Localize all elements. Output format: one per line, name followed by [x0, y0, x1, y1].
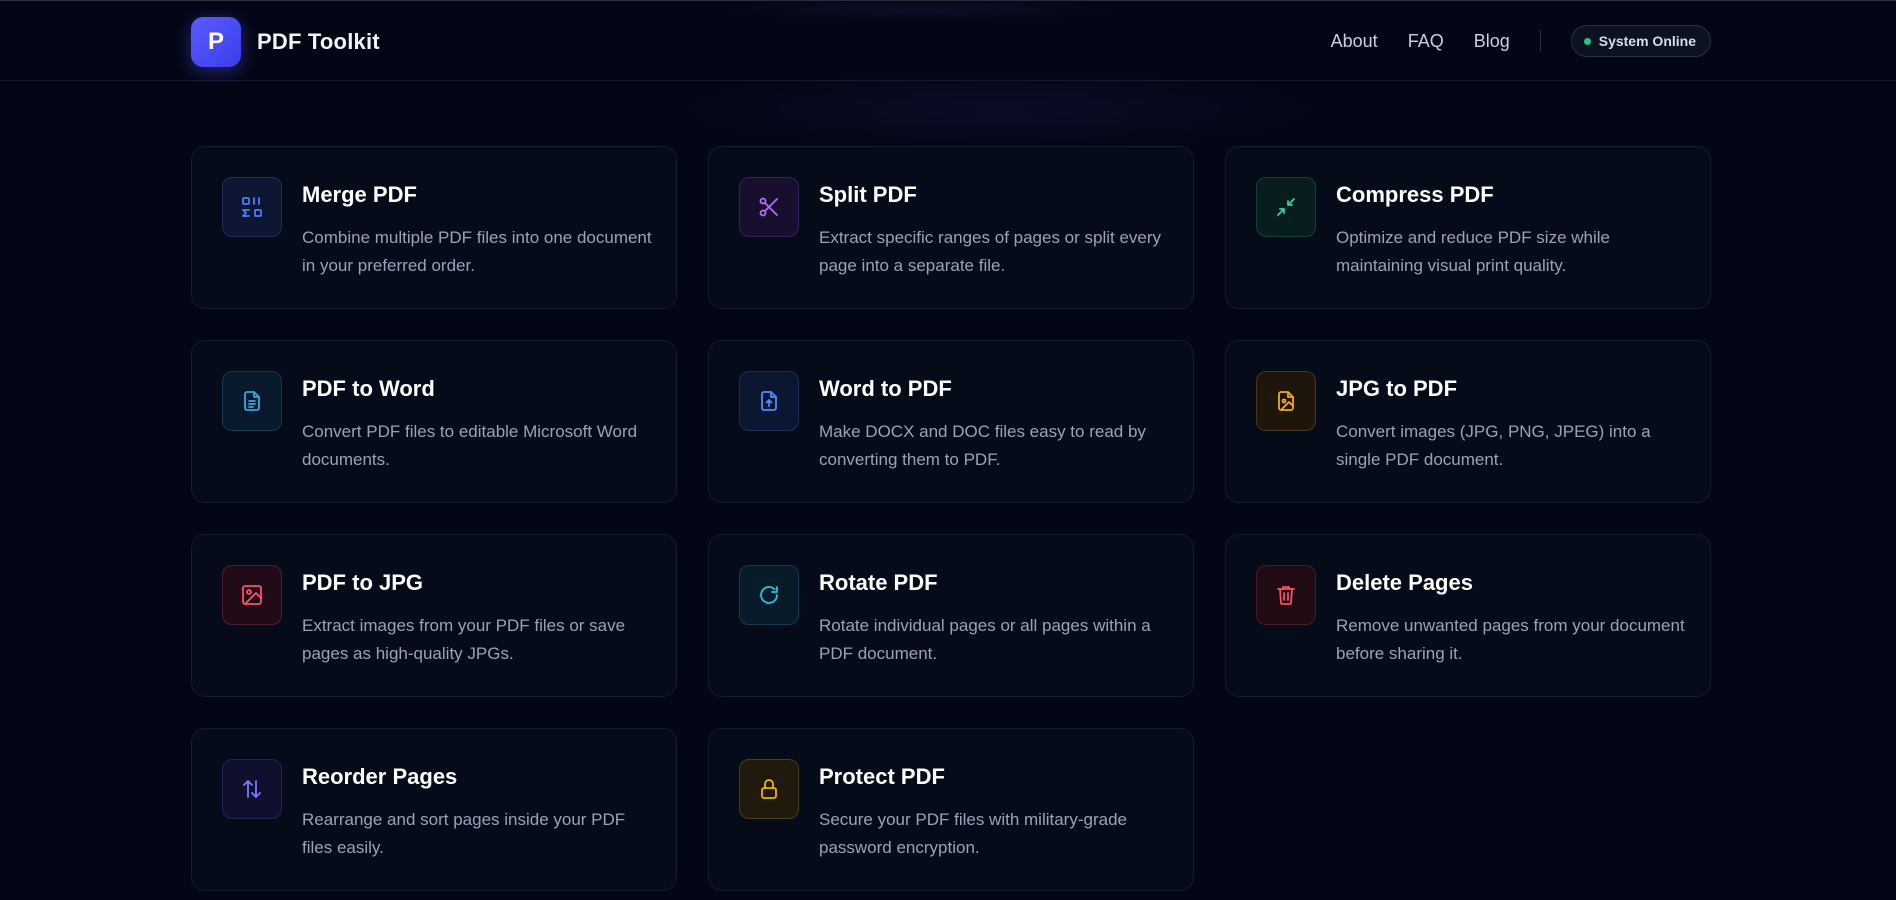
- nav-link-faq[interactable]: FAQ: [1408, 31, 1444, 52]
- tool-description: Rotate individual pages or all pages wit…: [819, 616, 1151, 663]
- nav-divider: [1539, 30, 1541, 52]
- tool-card-pdf-to-word[interactable]: PDF to Word Convert PDF files to editabl…: [191, 340, 677, 503]
- scissors-icon: [739, 177, 799, 237]
- tool-description: Make DOCX and DOC files easy to read by …: [819, 422, 1146, 469]
- tool-description: Convert PDF files to editable Microsoft …: [302, 422, 638, 469]
- image-file-icon: [1256, 371, 1316, 431]
- tool-card-protect-pdf[interactable]: Protect PDF Secure your PDF files with m…: [708, 728, 1194, 891]
- tool-card-jpg-to-pdf[interactable]: JPG to PDF Convert images (JPG, PNG, JPE…: [1225, 340, 1711, 503]
- brand[interactable]: P PDF Toolkit: [191, 17, 380, 67]
- lock-icon: [739, 759, 799, 819]
- tool-title: Protect PDF: [819, 764, 945, 789]
- tool-title: Merge PDF: [302, 182, 417, 207]
- document-text-icon: [222, 371, 282, 431]
- tool-title: Reorder Pages: [302, 764, 458, 789]
- trash-icon: [1256, 565, 1316, 625]
- merge-icon: [222, 177, 282, 237]
- tool-description: Extract images from your PDF files or sa…: [302, 616, 626, 663]
- tool-title: Split PDF: [819, 182, 917, 207]
- status-dot-icon: [1583, 37, 1591, 45]
- tool-description: Remove unwanted pages from your document…: [1336, 616, 1685, 663]
- tool-card-compress-pdf[interactable]: Compress PDF Optimize and reduce PDF siz…: [1225, 146, 1711, 309]
- sort-arrows-icon: [222, 759, 282, 819]
- status-label: System Online: [1598, 33, 1696, 49]
- tool-description: Combine multiple PDF files into one docu…: [302, 228, 652, 275]
- tool-title: PDF to JPG: [302, 570, 424, 595]
- tool-card-pdf-to-jpg[interactable]: PDF to JPG Extract images from your PDF …: [191, 534, 677, 697]
- tool-description: Secure your PDF files with military-grad…: [819, 810, 1127, 857]
- tool-title: Delete Pages: [1336, 570, 1473, 595]
- image-icon: [222, 565, 282, 625]
- rotate-icon: [739, 565, 799, 625]
- status-badge: System Online: [1570, 25, 1711, 57]
- logo-icon[interactable]: P: [191, 17, 241, 67]
- brand-name[interactable]: PDF Toolkit: [257, 29, 380, 55]
- main-nav: About FAQ Blog System Online: [1331, 25, 1711, 57]
- file-upload-icon: [739, 371, 799, 431]
- tool-description: Convert images (JPG, PNG, JPEG) into a s…: [1336, 422, 1651, 469]
- tool-description: Optimize and reduce PDF size while maint…: [1336, 228, 1611, 275]
- tool-description: Rearrange and sort pages inside your PDF…: [302, 810, 626, 857]
- tool-title: Compress PDF: [1336, 182, 1494, 207]
- tool-description: Extract specific ranges of pages or spli…: [819, 228, 1162, 275]
- tool-card-reorder-pages[interactable]: Reorder Pages Rearrange and sort pages i…: [191, 728, 677, 891]
- tool-title: Word to PDF: [819, 376, 952, 401]
- tool-title: JPG to PDF: [1336, 376, 1458, 401]
- nav-link-blog[interactable]: Blog: [1474, 31, 1510, 52]
- tool-card-split-pdf[interactable]: Split PDF Extract specific ranges of pag…: [708, 146, 1194, 309]
- tool-title: Rotate PDF: [819, 570, 938, 595]
- tool-card-merge-pdf[interactable]: Merge PDF Combine multiple PDF files int…: [191, 146, 677, 309]
- tools-grid: Merge PDF Combine multiple PDF files int…: [191, 146, 1711, 891]
- tool-card-delete-pages[interactable]: Delete Pages Remove unwanted pages from …: [1225, 534, 1711, 697]
- top-header: P PDF Toolkit About FAQ Blog System Onli…: [0, 0, 1896, 81]
- compress-arrows-icon: [1256, 177, 1316, 237]
- tool-card-rotate-pdf[interactable]: Rotate PDF Rotate individual pages or al…: [708, 534, 1194, 697]
- page: P PDF Toolkit About FAQ Blog System Onli…: [0, 0, 1896, 900]
- tool-title: PDF to Word: [302, 376, 435, 401]
- tool-card-word-to-pdf[interactable]: Word to PDF Make DOCX and DOC files easy…: [708, 340, 1194, 503]
- nav-link-about[interactable]: About: [1331, 31, 1378, 52]
